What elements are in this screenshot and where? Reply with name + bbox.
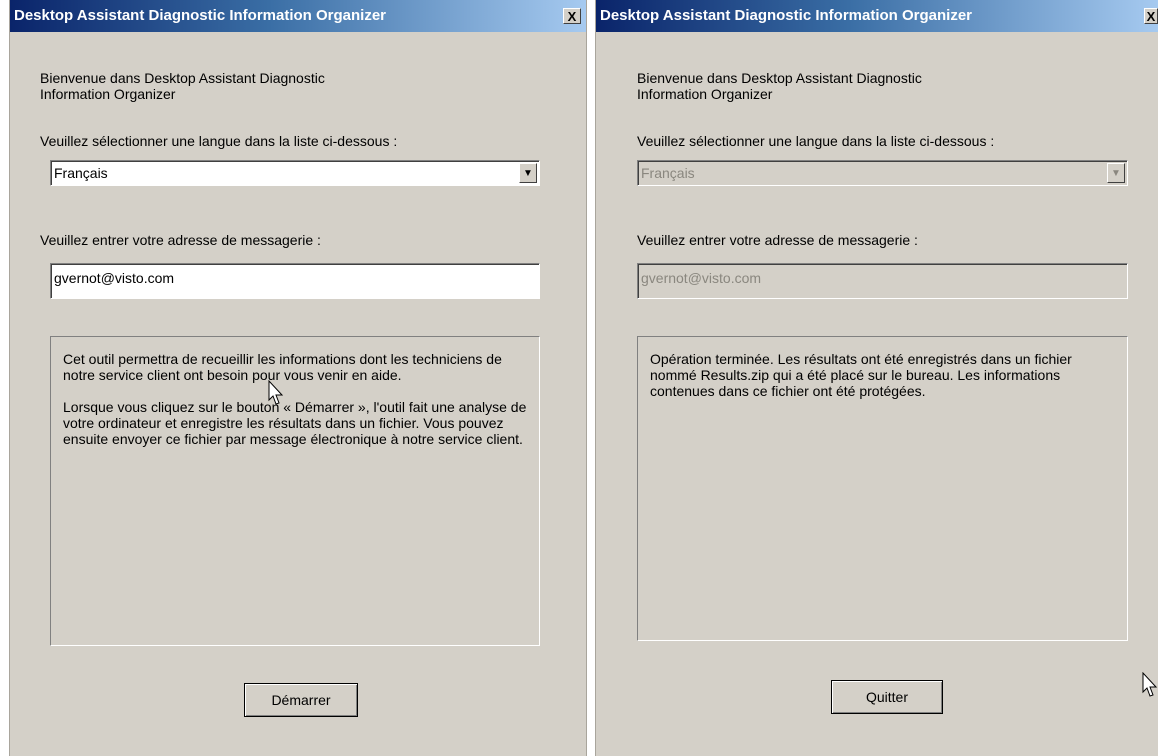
info-panel: Opération terminée. Les résultats ont ét…: [637, 336, 1128, 641]
mouse-pointer-icon: [1142, 672, 1158, 697]
window-title: Desktop Assistant Diagnostic Information…: [14, 7, 387, 24]
language-select: Français ▼: [637, 160, 1128, 186]
info-panel: Cet outil permettra de recueillir les in…: [50, 336, 540, 646]
title-bar[interactable]: Desktop Assistant Diagnostic Information…: [10, 0, 586, 32]
start-button-label: Démarrer: [271, 692, 331, 708]
language-select-value: Français: [641, 165, 695, 181]
email-prompt: Veuillez entrer votre adresse de message…: [40, 232, 321, 248]
chevron-down-icon: ▼: [1107, 163, 1125, 183]
welcome-text: Bienvenue dans Desktop Assistant Diagnos…: [40, 70, 325, 102]
quit-button-label: Quitter: [865, 689, 908, 705]
email-prompt: Veuillez entrer votre adresse de message…: [637, 232, 918, 248]
welcome-text: Bienvenue dans Desktop Assistant Diagnos…: [637, 70, 922, 102]
close-button[interactable]: X: [1144, 8, 1158, 24]
start-button[interactable]: Démarrer: [244, 683, 358, 717]
dialog-window-finished: Desktop Assistant Diagnostic Information…: [595, 0, 1158, 756]
mouse-pointer-icon: [268, 380, 284, 405]
email-field-value: gvernot@visto.com: [641, 270, 762, 286]
language-prompt: Veuillez sélectionner une langue dans la…: [637, 133, 995, 149]
close-icon: X: [1146, 8, 1156, 24]
chevron-down-icon[interactable]: ▼: [519, 163, 537, 183]
language-select[interactable]: Français ▼: [50, 160, 540, 186]
close-icon: X: [567, 8, 577, 24]
quit-button[interactable]: Quitter: [831, 680, 943, 714]
dialog-window-start: Desktop Assistant Diagnostic Information…: [9, 0, 587, 756]
email-field-value: gvernot@visto.com: [54, 270, 175, 286]
email-field: gvernot@visto.com: [637, 263, 1128, 299]
email-field[interactable]: gvernot@visto.com: [50, 263, 540, 299]
language-prompt: Veuillez sélectionner une langue dans la…: [40, 133, 398, 149]
title-bar[interactable]: Desktop Assistant Diagnostic Information…: [596, 0, 1158, 32]
language-select-value: Français: [54, 165, 108, 181]
window-title: Desktop Assistant Diagnostic Information…: [600, 7, 973, 24]
close-button[interactable]: X: [563, 8, 581, 24]
